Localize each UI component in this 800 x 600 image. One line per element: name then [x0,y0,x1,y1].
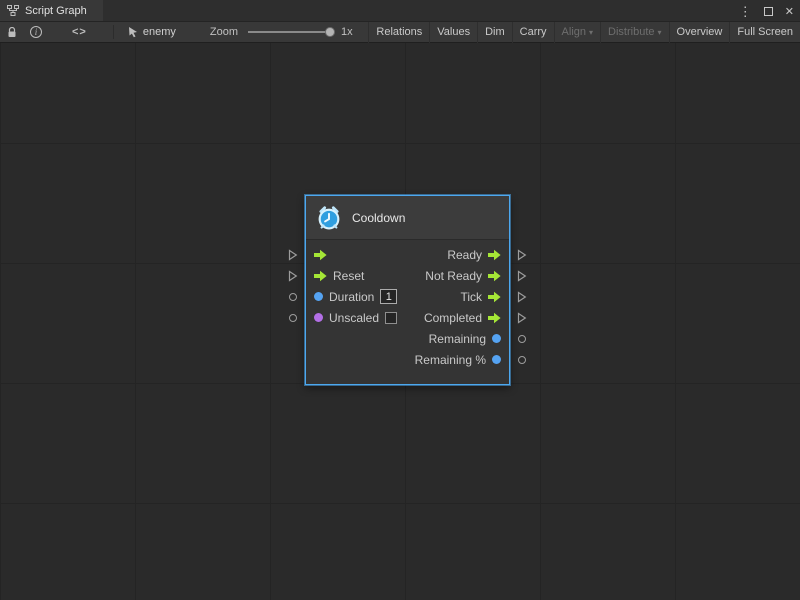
port-row: Unscaled Completed [306,307,509,328]
full-screen-button[interactable]: Full Screen [729,22,800,43]
unscaled-value-input-port[interactable]: Unscaled [314,311,397,325]
maximize-icon[interactable] [764,7,773,16]
flow-arrow-icon [314,249,327,261]
zoom-label: Zoom [210,26,238,38]
cooldown-node[interactable]: Cooldown Ready Reset [305,195,510,385]
overview-button[interactable]: Overview [669,22,730,43]
duration-value-input-port[interactable]: Duration [314,289,397,304]
value-port-icon [492,355,501,364]
port-row: Remaining [306,328,509,349]
graph-canvas[interactable]: Cooldown Ready Reset [0,43,800,600]
dim-button[interactable]: Dim [477,22,512,43]
port-row: Remaining % [306,349,509,370]
ready-flow-output-port[interactable]: Ready [447,248,501,262]
flow-port-marker-icon[interactable] [517,291,527,303]
flow-port-marker-icon[interactable] [288,270,298,282]
align-button: Align ▾ [554,22,600,43]
port-row: Reset Not Ready [306,265,509,286]
value-port-marker-icon[interactable] [518,356,526,364]
graph-pointer-icon [128,26,139,38]
dropdown-arrow-icon: ▾ [658,28,662,37]
not-ready-flow-output-port[interactable]: Not Ready [425,269,501,283]
carry-button[interactable]: Carry [512,22,554,43]
flow-arrow-icon [488,291,501,303]
zoom-value: 1x [341,26,353,38]
unscaled-checkbox[interactable] [385,312,397,324]
node-header[interactable]: Cooldown [306,196,509,240]
flow-port-marker-icon[interactable] [517,270,527,282]
graph-target-label[interactable]: enemy [143,26,176,38]
tab-script-graph[interactable]: Script Graph [0,0,103,21]
flow-arrow-icon [488,312,501,324]
port-row: Ready [306,244,509,265]
zoom-slider[interactable] [248,26,334,38]
dropdown-arrow-icon: ▾ [589,28,593,37]
port-row: Duration Tick [306,286,509,307]
external-output-markers [515,244,529,370]
value-port-marker-icon[interactable] [289,293,297,301]
flow-arrow-icon [488,249,501,261]
value-port-icon [314,292,323,301]
relations-button[interactable]: Relations [368,22,429,43]
code-view-icon[interactable]: <> [72,26,87,38]
alarm-clock-icon [316,205,342,231]
zoom-slider-track [248,31,334,33]
completed-flow-output-port[interactable]: Completed [424,311,501,325]
duration-field[interactable] [380,289,397,304]
tick-flow-output-port[interactable]: Tick [460,290,501,304]
toolbar-divider [113,25,114,39]
value-port-marker-icon[interactable] [289,314,297,322]
tab-label: Script Graph [25,5,87,17]
flow-arrow-icon [488,270,501,282]
distribute-button: Distribute ▾ [600,22,668,43]
flow-port-marker-icon[interactable] [517,249,527,261]
flow-arrow-icon [314,270,327,282]
window-titlebar: Script Graph ⋮ ✕ [0,0,800,22]
remaining-value-output-port[interactable]: Remaining [429,332,501,346]
window-menu-icon[interactable]: ⋮ [739,5,752,18]
graph-toolbar: i <> enemy Zoom 1x Relations Values Dim … [0,22,800,43]
enter-flow-input-port[interactable] [314,249,333,261]
values-button[interactable]: Values [429,22,477,43]
script-graph-icon [7,5,19,16]
node-body: Ready Reset Not Ready [306,240,509,384]
bool-port-icon [314,313,323,322]
node-title: Cooldown [352,211,405,225]
reset-flow-input-port[interactable]: Reset [314,269,364,283]
zoom-slider-handle[interactable] [325,27,335,37]
flow-port-marker-icon[interactable] [288,249,298,261]
lock-icon[interactable] [7,27,17,38]
close-icon[interactable]: ✕ [785,5,794,18]
remaining-percent-value-output-port[interactable]: Remaining % [415,353,501,367]
flow-port-marker-icon[interactable] [517,312,527,324]
info-icon[interactable]: i [30,26,42,38]
value-port-icon [492,334,501,343]
value-port-marker-icon[interactable] [518,335,526,343]
external-input-markers [286,244,300,328]
